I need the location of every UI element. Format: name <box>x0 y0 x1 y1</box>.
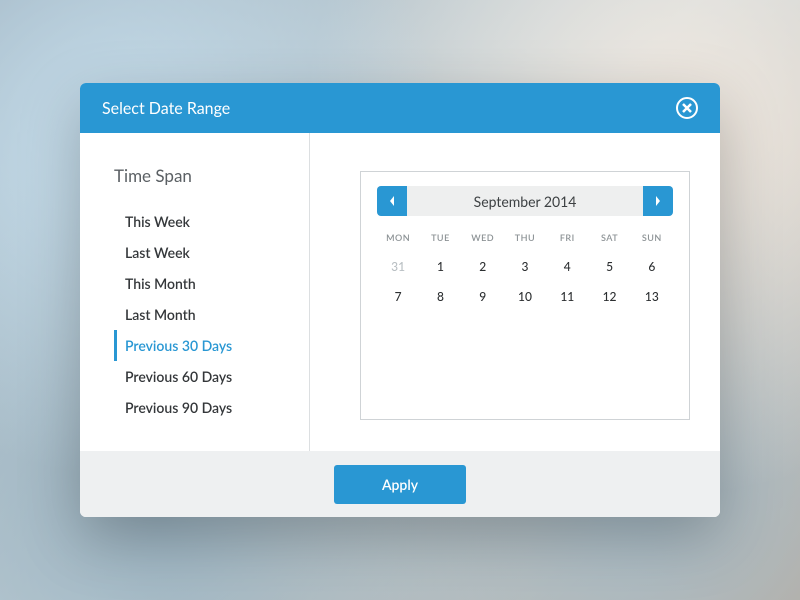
calendar-day[interactable]: 2 <box>462 251 504 281</box>
calendar-day[interactable]: 29 <box>419 371 461 401</box>
sidebar: Time Span This WeekLast WeekThis MonthLa… <box>80 133 310 451</box>
calendar-day[interactable]: 20 <box>631 311 673 341</box>
calendar-grid: MONTUEWEDTHUFRISATSUN3112345678910111213… <box>377 232 673 401</box>
preset-item[interactable]: This Week <box>114 206 279 237</box>
calendar-header: September 2014 <box>377 186 673 216</box>
calendar-day[interactable]: 10 <box>504 281 546 311</box>
preset-item[interactable]: This Month <box>114 268 279 299</box>
calendar-day[interactable]: 9 <box>462 281 504 311</box>
preset-item[interactable]: Previous 30 Days <box>114 330 279 361</box>
month-label: September 2014 <box>407 193 643 210</box>
calendar-panel: September 2014 MONTUEWEDTHUFRISATSUN3112… <box>310 133 720 451</box>
calendar-day[interactable]: 21 <box>377 341 419 371</box>
calendar-day[interactable]: 14 <box>377 311 419 341</box>
preset-item[interactable]: Previous 90 Days <box>114 392 279 423</box>
calendar-day[interactable]: 4 <box>546 251 588 281</box>
calendar-day[interactable]: 23 <box>462 341 504 371</box>
calendar-day[interactable]: 17 <box>504 311 546 341</box>
modal-header: Select Date Range <box>80 83 720 133</box>
weekday-label: THU <box>504 232 546 251</box>
calendar-day[interactable]: 24 <box>504 341 546 371</box>
calendar-day[interactable]: 7 <box>377 281 419 311</box>
close-button[interactable] <box>676 97 698 119</box>
date-range-modal: Select Date Range Time Span This WeekLas… <box>80 83 720 517</box>
calendar-day[interactable]: 3 <box>504 251 546 281</box>
calendar-day[interactable]: 22 <box>419 341 461 371</box>
prev-month-button[interactable] <box>377 186 407 216</box>
calendar-day[interactable]: 13 <box>631 281 673 311</box>
preset-list: This WeekLast WeekThis MonthLast MonthPr… <box>114 206 279 423</box>
chevron-left-icon <box>388 196 396 206</box>
calendar-day[interactable]: 31 <box>377 251 419 281</box>
calendar-day[interactable]: 26 <box>588 341 630 371</box>
calendar-day[interactable]: 1 <box>419 251 461 281</box>
weekday-label: FRI <box>546 232 588 251</box>
calendar-day[interactable]: 15 <box>419 311 461 341</box>
next-month-button[interactable] <box>643 186 673 216</box>
weekday-label: WED <box>462 232 504 251</box>
calendar-day[interactable]: 28 <box>377 371 419 401</box>
modal-title: Select Date Range <box>102 99 230 118</box>
sidebar-heading: Time Span <box>114 165 279 186</box>
modal-footer: Apply <box>80 451 720 517</box>
calendar-day[interactable]: 18 <box>546 311 588 341</box>
calendar-day[interactable]: 16 <box>462 311 504 341</box>
calendar-day[interactable]: 8 <box>419 281 461 311</box>
apply-button[interactable]: Apply <box>334 465 466 504</box>
calendar-day[interactable]: 25 <box>546 341 588 371</box>
calendar-day[interactable]: 31 <box>504 371 546 401</box>
calendar-day[interactable]: 11 <box>546 281 588 311</box>
weekday-label: TUE <box>419 232 461 251</box>
weekday-label: SAT <box>588 232 630 251</box>
calendar-day[interactable]: 19 <box>588 311 630 341</box>
preset-item[interactable]: Previous 60 Days <box>114 361 279 392</box>
chevron-right-icon <box>654 196 662 206</box>
calendar-day[interactable]: 6 <box>631 251 673 281</box>
calendar-day[interactable]: 27 <box>631 341 673 371</box>
preset-item[interactable]: Last Week <box>114 237 279 268</box>
weekday-label: MON <box>377 232 419 251</box>
preset-item[interactable]: Last Month <box>114 299 279 330</box>
modal-body: Time Span This WeekLast WeekThis MonthLa… <box>80 133 720 451</box>
weekday-label: SUN <box>631 232 673 251</box>
calendar-day[interactable]: 5 <box>588 251 630 281</box>
calendar: September 2014 MONTUEWEDTHUFRISATSUN3112… <box>360 171 690 420</box>
calendar-day[interactable]: 12 <box>588 281 630 311</box>
close-icon <box>682 103 692 113</box>
calendar-day[interactable]: 30 <box>462 371 504 401</box>
